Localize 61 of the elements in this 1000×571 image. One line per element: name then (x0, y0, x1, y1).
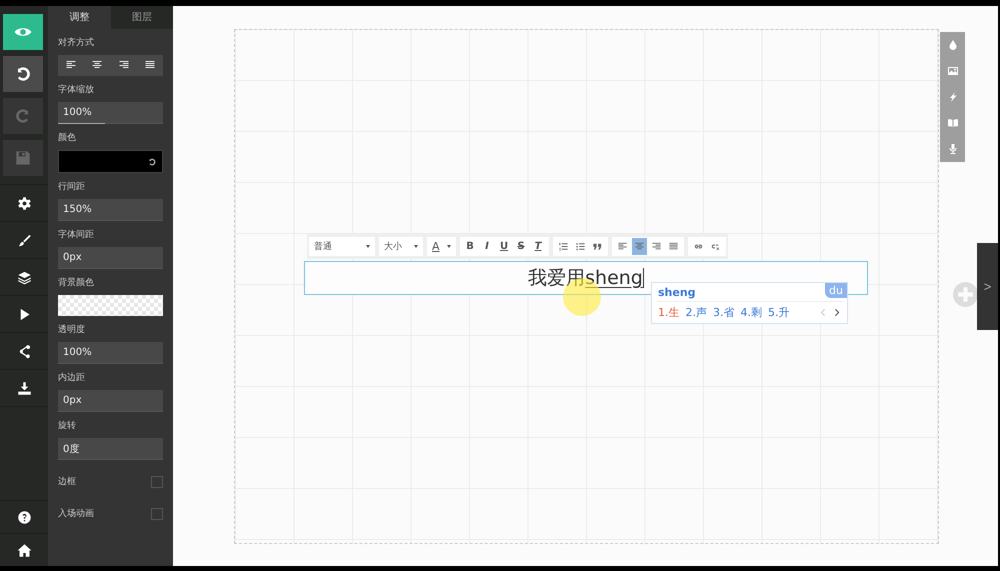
add-icon[interactable] (953, 282, 978, 307)
composing-text: sheng (585, 267, 643, 289)
field-label: 透明度 (58, 325, 86, 336)
ime-candidate[interactable]: 5.升 (768, 305, 790, 320)
expand-drawer-button[interactable]: > (977, 243, 998, 330)
text-style-button[interactable]: U (496, 238, 512, 255)
align-justify-icon (144, 58, 156, 70)
image-icon[interactable] (946, 65, 958, 77)
mic-icon[interactable] (946, 143, 958, 155)
background-color-field[interactable] (58, 295, 163, 316)
align-center-button[interactable] (632, 238, 647, 255)
align-right-icon (650, 241, 662, 252)
checkbox-label: 入场动画 (58, 508, 94, 520)
field-label: 背景颜色 (58, 278, 95, 289)
input-field[interactable]: 0px (58, 390, 163, 412)
layers-icon[interactable] (16, 270, 32, 284)
field-label: 对齐方式 (58, 38, 95, 49)
field-label: 内边距 (58, 373, 86, 384)
align-right-icon (118, 58, 130, 70)
drop-icon[interactable] (946, 39, 958, 51)
input-field[interactable]: 150% (58, 199, 163, 221)
align-justify-icon (668, 241, 679, 252)
input-field[interactable]: 0px (58, 247, 163, 269)
quote-list-icon (592, 241, 603, 252)
input-field[interactable]: 100% (58, 102, 163, 124)
field-label: 颜色 (58, 133, 77, 144)
checkbox-label: 边框 (58, 476, 76, 488)
next-page-icon[interactable] (833, 308, 841, 317)
input-field[interactable]: 0度 (58, 438, 163, 460)
book-icon[interactable] (946, 117, 958, 129)
text-style-button[interactable]: T (530, 238, 546, 255)
input-field[interactable]: 100% (58, 342, 163, 364)
download-icon[interactable] (16, 380, 32, 396)
ime-candidate[interactable]: 1.生 (658, 305, 680, 320)
help-icon[interactable] (16, 510, 32, 524)
field-label: 字体间距 (58, 230, 95, 241)
color-field[interactable] (58, 150, 163, 173)
brush-icon[interactable] (16, 232, 32, 248)
reset-icon[interactable] (147, 156, 157, 166)
ime-logo: du (825, 283, 847, 298)
bullet-list-icon (574, 241, 586, 252)
align-center-icon (91, 58, 104, 70)
panel-tab[interactable]: 图层 (110, 6, 173, 29)
text-style-button[interactable]: S (514, 238, 529, 255)
field-label: 旋转 (58, 421, 77, 432)
ordered-list-icon (558, 241, 569, 252)
ime-candidate[interactable]: 3.省 (713, 305, 734, 320)
checkbox[interactable] (151, 476, 163, 488)
field-label: 行间距 (58, 182, 86, 193)
home-icon[interactable] (16, 542, 32, 558)
undo-button[interactable] (3, 56, 43, 92)
align-center-icon (634, 241, 645, 252)
checkbox[interactable] (151, 508, 163, 520)
ime-candidate[interactable]: 2.声 (686, 305, 707, 320)
text-style-button[interactable]: B (462, 238, 478, 255)
settings-icon[interactable] (16, 196, 32, 210)
text-style-button[interactable]: I (480, 238, 495, 255)
ime-candidate[interactable]: 4.剩 (740, 305, 762, 320)
align-left-icon (65, 58, 78, 70)
align-left-icon (616, 241, 628, 252)
field-label: 字体缩放 (58, 85, 95, 96)
